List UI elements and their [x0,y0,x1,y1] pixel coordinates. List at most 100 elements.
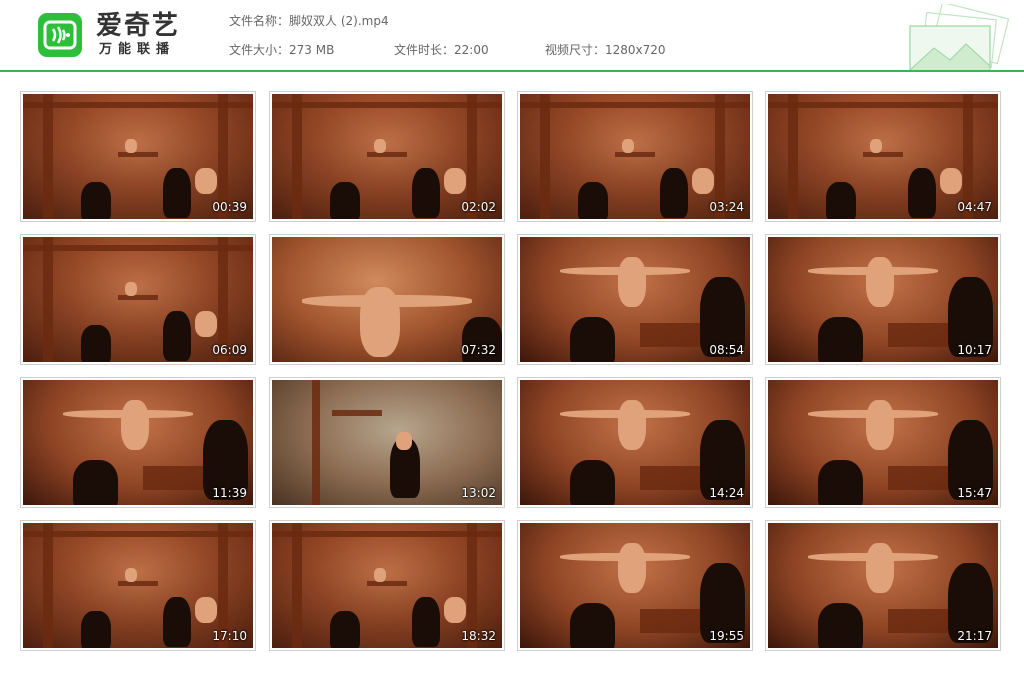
video-thumbnail[interactable]: 13:02 [269,377,505,508]
thumbnail-frame: 21:17 [768,523,998,648]
wooden-beam-shape [888,609,948,633]
wooden-beam-shape [23,102,253,108]
person-shape [660,168,688,218]
video-thumbnail[interactable]: 18:32 [269,520,505,651]
person-shape [412,168,440,218]
person-shape [374,568,386,582]
video-thumbnail[interactable]: 19:55 [517,520,753,651]
person-shape [444,168,466,194]
thumbnail-frame: 07:32 [272,237,502,362]
duration-row: 文件时长：22:00 [394,43,489,57]
video-thumbnail[interactable]: 08:54 [517,234,753,365]
person-shape [195,597,217,623]
video-thumbnail[interactable]: 06:09 [20,234,256,365]
thumbnail-timestamp: 17:10 [212,629,247,643]
wooden-beam-shape [43,94,53,219]
thumbnail-timestamp: 04:47 [957,200,992,214]
wooden-beam-shape [520,102,750,108]
thumbnail-timestamp: 03:24 [709,200,744,214]
duration-value: 22:00 [454,43,489,57]
person-shape [618,543,646,593]
person-shape [818,603,863,648]
wooden-beam-shape [23,531,253,537]
person-shape [618,400,646,450]
person-shape [866,400,894,450]
wooden-beam-shape [118,152,158,157]
file-size-value: 273 MB [289,43,335,57]
person-shape [374,139,386,153]
video-thumbnail[interactable]: 11:39 [20,377,256,508]
person-shape [163,311,191,361]
video-thumbnail[interactable]: 21:17 [765,520,1001,651]
person-shape [195,311,217,337]
wooden-beam-shape [615,152,655,157]
thumbnail-frame: 11:39 [23,380,253,505]
person-shape [818,317,863,362]
person-shape [570,603,615,648]
thumbnail-timestamp: 18:32 [461,629,496,643]
file-size-label: 文件大小： [229,43,290,57]
wooden-beam-shape [292,94,302,219]
person-shape [908,168,936,218]
video-thumbnail[interactable]: 00:39 [20,91,256,222]
wooden-beam-shape [143,466,203,490]
wooden-beam-shape [367,152,407,157]
video-thumbnail[interactable]: 07:32 [269,234,505,365]
wooden-beam-shape [788,94,798,219]
video-thumbnail[interactable]: 15:47 [765,377,1001,508]
resolution-label: 视频尺寸： [545,43,606,57]
thumbnail-timestamp: 21:17 [957,629,992,643]
thumbnail-timestamp: 08:54 [709,343,744,357]
wooden-beam-shape [43,523,53,648]
video-thumbnail[interactable]: 10:17 [765,234,1001,365]
person-shape [866,543,894,593]
wooden-beam-shape [292,523,302,648]
person-shape [125,282,137,296]
person-shape [578,182,608,219]
thumbnail-timestamp: 13:02 [461,486,496,500]
file-name-value: 脚奴双人 (2).mp4 [289,14,389,28]
person-shape [826,182,856,219]
wooden-beam-shape [23,245,253,251]
iqiyi-logo-icon [38,13,82,57]
thumbnail-frame: 19:55 [520,523,750,648]
thumbnail-frame: 04:47 [768,94,998,219]
person-shape [570,317,615,362]
duration-label: 文件时长： [394,43,455,57]
person-shape [125,568,137,582]
person-shape [163,168,191,218]
brand-subtitle: 万能联播 [99,42,176,57]
thumbnail-frame: 08:54 [520,237,750,362]
wooden-beam-shape [367,581,407,586]
wooden-beam-shape [888,466,948,490]
person-shape [622,139,634,153]
person-shape [444,597,466,623]
wooden-beam-shape [863,152,903,157]
person-shape [396,432,412,450]
wooden-beam-shape [640,466,700,490]
person-shape [870,139,882,153]
file-name-label: 文件名称： [229,14,290,28]
thumbnail-frame: 14:24 [520,380,750,505]
thumbnail-frame: 13:02 [272,380,502,505]
thumbnail-timestamp: 10:17 [957,343,992,357]
video-thumbnail[interactable]: 02:02 [269,91,505,222]
file-name-row: 文件名称：脚奴双人 (2).mp4 [229,14,389,28]
person-shape [866,257,894,307]
wooden-beam-shape [312,380,320,505]
video-thumbnail[interactable]: 17:10 [20,520,256,651]
wooden-beam-shape [272,531,502,537]
video-thumbnail[interactable]: 04:47 [765,91,1001,222]
person-shape [81,325,111,362]
thumbnail-frame: 00:39 [23,94,253,219]
video-thumbnail[interactable]: 03:24 [517,91,753,222]
thumbnail-timestamp: 07:32 [461,343,496,357]
person-shape [195,168,217,194]
video-thumbnail[interactable]: 14:24 [517,377,753,508]
person-shape [121,400,149,450]
wooden-beam-shape [332,410,382,416]
thumbnail-frame: 06:09 [23,237,253,362]
person-shape [360,287,400,357]
wooden-beam-shape [888,323,948,347]
thumbnail-timestamp: 14:24 [709,486,744,500]
